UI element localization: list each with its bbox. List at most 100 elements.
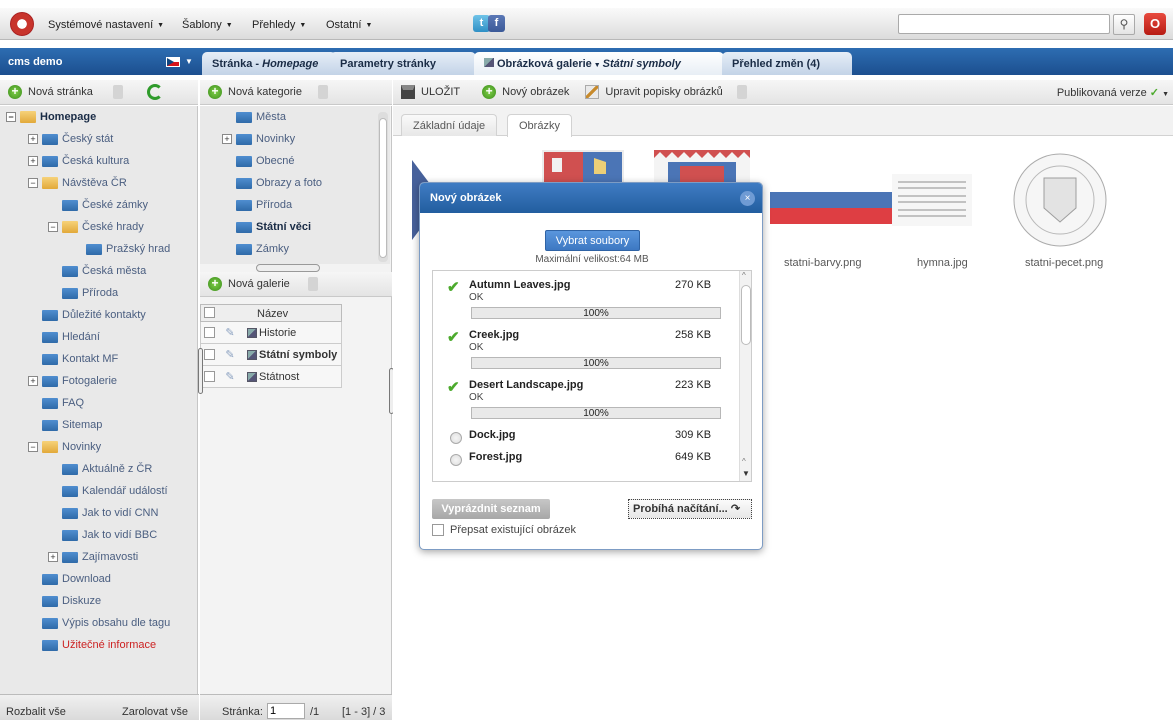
category-item[interactable]: Zámky [222, 238, 289, 260]
page-number-input[interactable] [267, 703, 305, 719]
scroll-thumb[interactable] [379, 118, 387, 258]
tree-item[interactable]: − Návštěva ČR [28, 172, 127, 194]
category-item[interactable]: Obecné [222, 150, 295, 172]
expand-icon[interactable]: + [28, 376, 38, 386]
gallery-row[interactable]: ✎ Státnost [200, 366, 342, 388]
menu-other[interactable]: Ostatní ▼ [326, 19, 372, 31]
overwrite-checkbox[interactable] [432, 524, 444, 536]
tree-item[interactable]: Hledání [28, 326, 100, 348]
edit-descriptions-button[interactable]: Upravit popisky obrázků [605, 86, 722, 98]
facebook-icon[interactable]: f [488, 15, 505, 32]
czech-flag-icon[interactable] [166, 57, 180, 67]
new-gallery-button[interactable]: Nová galerie [228, 278, 290, 290]
tree-item[interactable]: Jak to vidí BBC [48, 524, 157, 546]
tree-item[interactable]: Download [28, 568, 111, 590]
category-item[interactable]: Příroda [222, 194, 292, 216]
site-title[interactable]: cms demo [8, 56, 62, 68]
tree-item[interactable]: Kalendář událostí [48, 480, 168, 502]
collapse-icon[interactable]: − [28, 178, 38, 188]
collapse-icon[interactable]: − [28, 442, 38, 452]
tree-item[interactable]: Výpis obsahu dle tagu [28, 612, 170, 634]
tab-page[interactable]: Stránka - Homepage [202, 52, 336, 75]
tree-item[interactable]: − Novinky [28, 436, 101, 458]
expand-all-button[interactable]: Rozbalit vše [6, 706, 66, 718]
save-button[interactable]: ULOŽIT [421, 86, 460, 98]
category-item[interactable]: Obrazy a foto [222, 172, 322, 194]
new-image-button[interactable]: Nový obrázek [502, 86, 569, 98]
category-scrollbar[interactable] [378, 112, 388, 262]
search-input[interactable] [898, 14, 1110, 34]
row-checkbox[interactable] [204, 327, 215, 338]
expand-icon[interactable]: + [48, 552, 58, 562]
row-checkbox[interactable] [204, 349, 215, 360]
folder-icon [62, 551, 78, 563]
power-icon[interactable]: O [1144, 13, 1166, 35]
gallery-panel: Města + Novinky Obecné Obrazy a foto Příroda S… [198, 106, 394, 694]
tree-item[interactable]: Pražský hrad [72, 238, 170, 260]
category-item[interactable]: Státní věci [222, 216, 311, 238]
gallery-row[interactable]: ✎ Historie [200, 322, 342, 344]
tree-item[interactable]: + Zajímavosti [48, 546, 138, 568]
tree-item[interactable]: Sitemap [28, 414, 102, 436]
tree-item[interactable]: − Homepage [6, 106, 96, 128]
scroll-thumb[interactable] [741, 285, 751, 345]
collapse-icon[interactable]: − [6, 112, 16, 122]
menu-system-settings[interactable]: Systémové nastavení ▼ [48, 19, 164, 31]
expand-icon[interactable]: + [28, 134, 38, 144]
loading-status-button[interactable]: Probíhá načítání... ↷ [628, 499, 752, 519]
file-list-scrollbar[interactable]: ^ ^ ▼ [739, 271, 751, 481]
scroll-up-icon[interactable]: ^ [742, 457, 746, 466]
tree-item[interactable]: Užitečné informace [28, 634, 156, 656]
refresh-icon[interactable] [146, 84, 163, 100]
tree-item[interactable]: Kontakt MF [28, 348, 118, 370]
expand-icon[interactable]: + [222, 134, 232, 144]
collapse-icon[interactable]: − [48, 222, 58, 232]
published-version-select[interactable]: Publikovaná verze ✓ ▼ [1057, 86, 1169, 99]
menu-label: Ostatní [326, 19, 362, 31]
row-checkbox[interactable] [204, 371, 215, 382]
tree-item[interactable]: Diskuze [28, 590, 101, 612]
menu-templates[interactable]: Šablony ▼ [182, 19, 233, 31]
tab-image-gallery[interactable]: Obrázková galerie ▼ Státní symboly [474, 52, 724, 75]
tree-item[interactable]: Česká města [48, 260, 146, 282]
new-page-button[interactable]: Nová stránka [28, 86, 93, 98]
tree-item[interactable]: + Fotogalerie [28, 370, 117, 392]
app-logo[interactable] [10, 12, 34, 36]
page-tree: − Homepage + Český stát + Česká kultura − Návšt… [0, 106, 198, 694]
gallery-row[interactable]: ✎ Státní symboly [200, 344, 342, 366]
category-item[interactable]: Města [222, 106, 286, 128]
tree-item[interactable]: FAQ [28, 392, 84, 414]
tree-item[interactable]: + Český stát [28, 128, 113, 150]
scroll-up-icon[interactable]: ^ [742, 271, 746, 280]
category-label: Zámky [256, 243, 289, 255]
overwrite-option[interactable]: Přepsat existující obrázek [432, 524, 576, 536]
left-splitter-handle[interactable] [198, 348, 203, 394]
tree-item[interactable]: Aktuálně z ČR [48, 458, 152, 480]
tree-item[interactable]: + Česká kultura [28, 150, 129, 172]
collapse-all-button[interactable]: Zarolovat vše [122, 706, 188, 718]
close-icon[interactable]: × [740, 191, 755, 206]
scroll-down-icon[interactable]: ▼ [742, 469, 750, 478]
search-icon[interactable]: ⚲ [1113, 14, 1135, 35]
folder-icon [62, 507, 78, 519]
select-files-button[interactable]: Vybrat soubory [545, 230, 640, 251]
tree-item[interactable]: České zámky [48, 194, 148, 216]
tab-page-params[interactable]: Parametry stránky [330, 52, 476, 75]
folder-icon [86, 243, 102, 255]
menu-overviews[interactable]: Přehledy ▼ [252, 19, 306, 31]
tree-item[interactable]: − České hrady [48, 216, 144, 238]
category-item[interactable]: + Novinky [222, 128, 295, 150]
edit-icon[interactable]: ✎ [215, 370, 245, 383]
edit-icon[interactable]: ✎ [215, 326, 245, 339]
chevron-down-icon[interactable]: ▼ [185, 57, 193, 66]
tab-change-overview[interactable]: Přehled změn (4) [722, 52, 852, 75]
tree-item[interactable]: Příroda [48, 282, 118, 304]
clear-list-button[interactable]: Vyprázdnit seznam [432, 499, 550, 519]
new-category-button[interactable]: Nová kategorie [228, 86, 302, 98]
select-all-checkbox[interactable] [204, 307, 215, 318]
tree-item[interactable]: Důležité kontakty [28, 304, 146, 326]
expand-icon[interactable]: + [28, 156, 38, 166]
edit-icon[interactable]: ✎ [215, 348, 245, 361]
panel-splitter[interactable] [256, 264, 320, 272]
tree-item[interactable]: Jak to vidí CNN [48, 502, 158, 524]
